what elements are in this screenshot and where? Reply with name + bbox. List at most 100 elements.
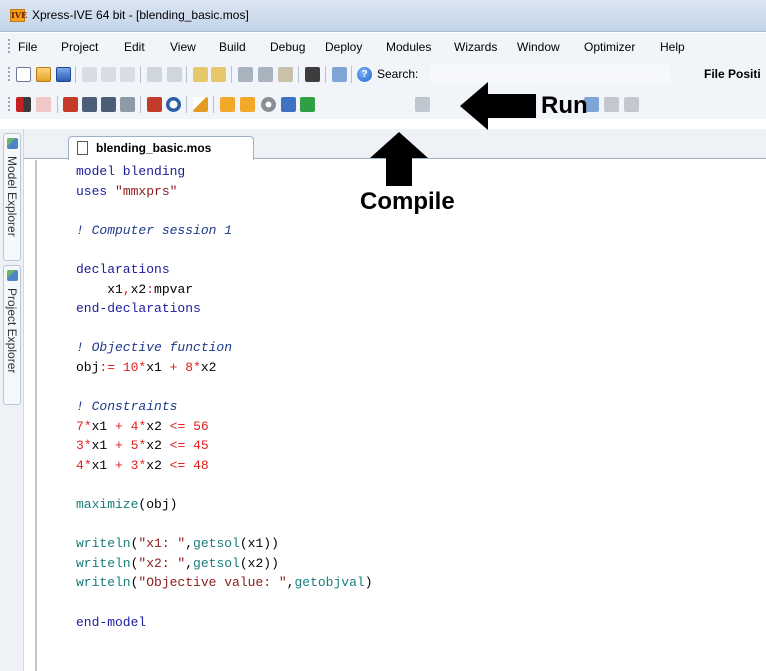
toolbar-separator: [298, 66, 299, 83]
clear-breakpoint-icon[interactable]: [36, 97, 51, 112]
binoculars-icon[interactable]: [305, 67, 320, 82]
menu-deploy[interactable]: Deploy: [325, 40, 362, 54]
code-editor[interactable]: model blending uses "mmxprs" ! Computer se…: [24, 160, 766, 671]
stop-debug-icon[interactable]: [147, 97, 162, 112]
code-token: end-declarations: [76, 301, 201, 317]
debug-icon[interactable]: [63, 97, 78, 112]
code-line[interactable]: end-declarations: [76, 299, 373, 319]
tab-blending-basic[interactable]: blending_basic.mos: [68, 136, 254, 160]
code-token: (x1)): [239, 536, 279, 552]
code-line[interactable]: [76, 319, 373, 339]
code-line[interactable]: model blending: [76, 162, 373, 182]
toolbar-grip: [8, 97, 10, 111]
menu-grip: [8, 39, 10, 53]
code-line[interactable]: end-model: [76, 613, 373, 633]
code-token: *: [193, 359, 201, 375]
step-out-icon[interactable]: [120, 97, 135, 112]
help-icon[interactable]: ?: [357, 67, 372, 82]
menu-window[interactable]: Window: [517, 40, 560, 54]
code-line[interactable]: ! Objective function: [76, 338, 373, 358]
code-line[interactable]: 3*x1 + 5*x2 <= 45: [76, 436, 373, 456]
code-line[interactable]: [76, 593, 373, 613]
run-arrow-icon: [460, 82, 536, 130]
code-line[interactable]: declarations: [76, 260, 373, 280]
code-line[interactable]: 7*x1 + 4*x2 <= 56: [76, 417, 373, 437]
menu-view[interactable]: View: [170, 40, 196, 54]
cube-options-icon[interactable]: [240, 97, 255, 112]
outdent-icon[interactable]: [211, 67, 226, 82]
window-icon[interactable]: [332, 67, 347, 82]
code-token: uses: [76, 183, 116, 199]
code-token: x1: [146, 359, 170, 375]
menu-debug[interactable]: Debug: [270, 40, 305, 54]
menu-optimizer[interactable]: Optimizer: [584, 40, 635, 54]
menu-file[interactable]: File: [18, 40, 37, 54]
toolbar-separator: [140, 96, 141, 113]
code-token: model blending: [76, 164, 186, 179]
code-line[interactable]: writeln("Objective value: ",getobjval): [76, 573, 373, 593]
indent-icon[interactable]: [193, 67, 208, 82]
menu-modules[interactable]: Modules: [386, 40, 431, 54]
code-line[interactable]: 4*x1 + 3*x2 <= 48: [76, 456, 373, 476]
deploy-icon[interactable]: [604, 97, 619, 112]
find-replace-icon[interactable]: [278, 67, 293, 82]
undo-icon[interactable]: [238, 67, 253, 82]
run-icon[interactable]: [300, 97, 315, 112]
code-token: 56: [193, 418, 209, 434]
code-line[interactable]: [76, 476, 373, 496]
code-line[interactable]: ! Constraints: [76, 397, 373, 417]
code-line[interactable]: obj:= 10*x1 + 8*x2: [76, 358, 373, 378]
code-token: getsol: [193, 555, 240, 571]
code-token: ! Constraints: [76, 399, 178, 415]
tab-project-explorer[interactable]: Project Explorer: [3, 265, 21, 405]
print-icon[interactable]: [147, 67, 162, 82]
wand-icon[interactable]: [193, 97, 208, 112]
toolbar-separator: [75, 66, 76, 83]
code-line[interactable]: writeln("x1: ",getsol(x1)): [76, 534, 373, 554]
code-token: +: [115, 438, 131, 454]
step-over-icon[interactable]: [82, 97, 97, 112]
paste-icon[interactable]: [120, 67, 135, 82]
save-icon[interactable]: [56, 67, 71, 82]
deploy-options-icon[interactable]: [624, 97, 639, 112]
code-token: writeln: [76, 555, 131, 571]
toolbar-grip: [8, 67, 10, 81]
code-line[interactable]: x1,x2:mpvar: [76, 280, 373, 300]
menu-project[interactable]: Project: [61, 40, 98, 54]
code-line[interactable]: [76, 378, 373, 398]
code-line[interactable]: writeln("x2: ",getsol(x2)): [76, 554, 373, 574]
compile-gear-icon[interactable]: [261, 97, 276, 112]
pause-icon[interactable]: [415, 97, 430, 112]
code-line[interactable]: [76, 515, 373, 535]
breakpoint-icon[interactable]: [16, 97, 31, 112]
code-line[interactable]: uses "mmxprs": [76, 182, 373, 202]
copy-icon[interactable]: [101, 67, 116, 82]
redo-icon[interactable]: [258, 67, 273, 82]
new-file-icon[interactable]: [16, 67, 31, 82]
code-content[interactable]: model blending uses "mmxprs" ! Computer se…: [76, 162, 373, 632]
code-line[interactable]: [76, 240, 373, 260]
menu-edit[interactable]: Edit: [124, 40, 145, 54]
code-line[interactable]: ! Computer session 1: [76, 221, 373, 241]
menu-wizards[interactable]: Wizards: [454, 40, 497, 54]
open-folder-icon[interactable]: [36, 67, 51, 82]
code-token: *: [83, 438, 92, 454]
cut-icon[interactable]: [82, 67, 97, 82]
step-into-icon[interactable]: [101, 97, 116, 112]
compile-annotation-label: Compile: [360, 188, 455, 215]
code-token: x2: [146, 418, 170, 434]
menu-build[interactable]: Build: [219, 40, 246, 54]
menu-bar: File Project Edit View Build Debug Deplo…: [0, 33, 766, 59]
window-title: Xpress-IVE 64 bit - [blending_basic.mos]: [32, 8, 249, 22]
code-token: writeln: [76, 575, 131, 591]
compile-arrow-icon: [370, 132, 428, 186]
code-line[interactable]: [76, 201, 373, 221]
print-preview-icon[interactable]: [167, 67, 182, 82]
compile-options-icon[interactable]: [281, 97, 296, 112]
menu-help[interactable]: Help: [660, 40, 685, 54]
code-line[interactable]: maximize(obj): [76, 495, 373, 515]
tab-model-explorer[interactable]: Model Explorer: [3, 133, 21, 261]
code-token: (obj): [138, 497, 178, 513]
clock-icon[interactable]: [166, 97, 181, 112]
cube-icon[interactable]: [220, 97, 235, 112]
